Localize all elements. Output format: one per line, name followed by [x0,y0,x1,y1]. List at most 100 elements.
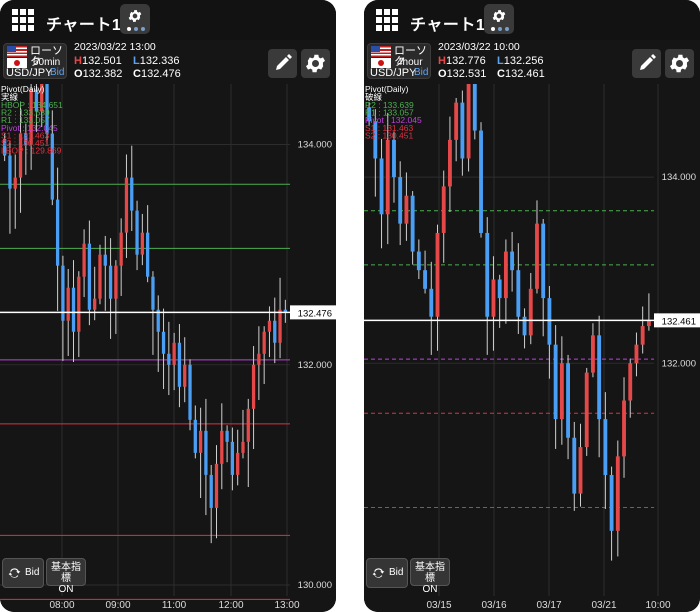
candle-body [82,243,86,277]
current-price-label: 132.476 [298,308,332,319]
candle-body [236,452,240,475]
indicator-toggle-button[interactable]: 基本指標 ON [46,558,86,595]
candle-body [385,139,390,215]
candle-body [591,335,595,373]
draw-tool-button[interactable] [632,49,661,78]
gear-icon [306,54,325,73]
candle-body [151,276,155,310]
chart-title[interactable]: チャート1 [46,11,121,35]
candle-body [161,331,166,354]
pair-label: USD/JPY [6,67,53,79]
price-tick-label: 134.000 [662,172,696,183]
candle-body [172,342,176,365]
candle-body [66,287,70,321]
candle-body [609,474,614,531]
candle-body [497,279,502,299]
candle-body [646,320,651,327]
candle-body [640,326,645,345]
chart-settings-button[interactable] [120,4,150,34]
candle-body [140,232,144,255]
candle-body [135,210,139,255]
candle-body [454,102,459,140]
candle-body [572,437,577,494]
candle-body [204,430,208,475]
symbol-selector[interactable]: ローソク 4hour USD/JPY Bid [367,43,431,79]
top-bar: チャート1 [364,0,700,40]
candle-body [379,158,384,215]
candle-body [460,102,465,159]
draw-tool-button[interactable] [268,49,297,78]
candle-body [559,363,564,420]
candle-body [130,177,134,211]
chart-background [364,84,700,612]
candle-body [230,441,235,475]
bid-toggle-button[interactable]: Bid [2,558,44,588]
time-tick-label: 03/15 [426,600,451,611]
candle-body [209,474,213,508]
bid-button-label: Bid [25,567,40,578]
bid-toggle-button[interactable]: Bid [366,558,408,588]
time-tick-label: 08:00 [49,600,74,611]
close-value: C132.461 [497,68,545,80]
chart-settings-button[interactable] [484,4,514,34]
candlestick-chart[interactable]: 08:00 09:00 11:00 12:00 13:00 134.000 132.000 1… [0,84,336,612]
symbol-selector[interactable]: ローソク 60min USD/JPY Bid [3,43,67,79]
chart-panel-left: チャート1 ローソク 60min USD/JPY Bid 2023/03/22 … [0,0,336,612]
candle-body [278,309,282,343]
chart-panel-right: チャート1 ローソク 4hour USD/JPY Bid 2023/03/22 … [364,0,700,612]
candle-body [510,251,515,271]
low-value: L132.336 [133,55,180,67]
time-tick-label: 03/21 [591,600,616,611]
low-value: L132.256 [497,55,544,67]
candle-body [177,342,182,387]
price-tick-label: 132.000 [662,358,696,369]
candle-body [251,364,256,409]
candle-body [566,363,570,438]
candle-body [522,316,527,336]
candle-body [597,335,602,420]
close-value: C132.476 [133,68,181,80]
candle-body [119,232,123,266]
candle-body [491,279,496,317]
candle-body [98,254,102,299]
candle-body [220,430,224,464]
menu-grid-icon[interactable] [376,9,398,31]
price-tick-label: 134.000 [298,140,332,151]
candle-body [622,400,626,457]
time-tick-label: 13:00 [274,600,299,611]
menu-grid-icon[interactable] [12,9,34,31]
chart-title[interactable]: チャート1 [410,11,485,35]
candle-body [77,276,81,332]
price-tick-label: 130.000 [298,580,332,591]
indicator-button-label: 基本指標 [51,562,81,584]
pencil-icon [640,54,656,70]
candle-body [167,353,171,365]
candle-body [87,243,92,310]
candle-body [628,363,633,401]
candle-body [448,139,452,187]
settings-button[interactable] [665,49,694,78]
gear-icon [492,10,506,22]
candle-body [485,232,490,317]
candle-body [603,419,608,475]
candle-body [578,447,583,494]
candle-body [410,195,415,252]
indicator-toggle-button[interactable]: 基本指標 ON [410,558,450,595]
candle-body [257,353,261,365]
candle-body [114,265,118,299]
side-label: Bid [50,67,65,78]
candle-body [267,320,272,332]
candlestick-chart[interactable]: 03/15 03/16 03/17 03/21 10:00 134.000 132.000 1… [364,84,700,612]
candle-body [435,232,440,317]
time-tick-label: 03/16 [481,600,506,611]
candle-body [441,186,446,233]
candle-body [50,133,54,200]
gear-icon [670,54,689,73]
candle-body [198,430,203,453]
price-tick-label: 132.000 [298,360,332,371]
open-value: O132.382 [74,68,123,80]
datetime-label: 2023/03/22 13:00 [74,41,156,53]
refresh-icon [372,568,385,578]
settings-button[interactable] [301,49,330,78]
indicator-button-state: ON [58,584,74,595]
